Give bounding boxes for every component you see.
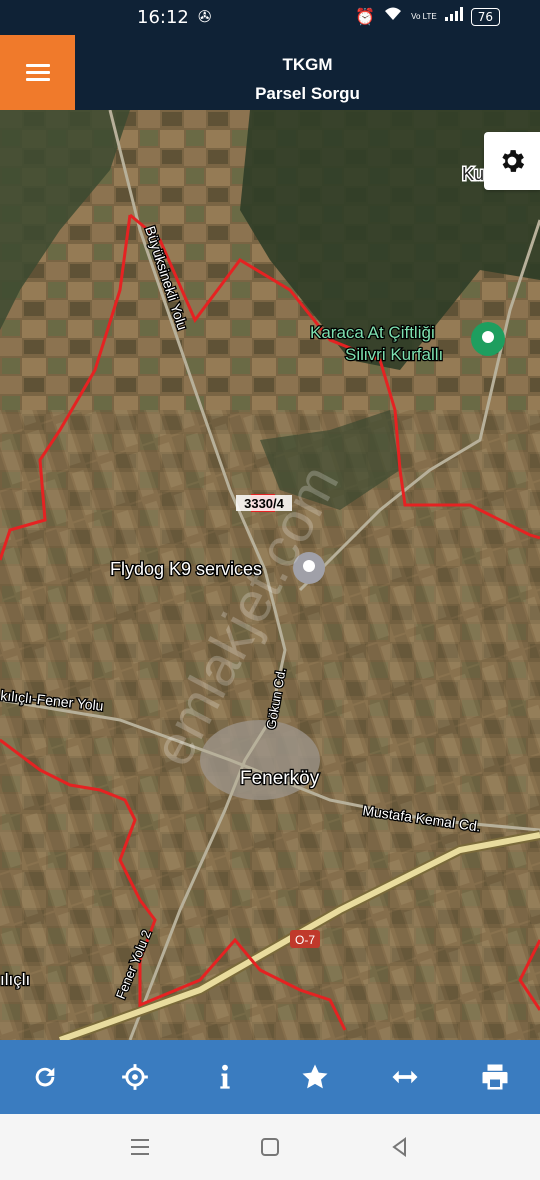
home-button[interactable] bbox=[255, 1132, 285, 1162]
recent-apps-icon bbox=[131, 1139, 149, 1155]
star-icon bbox=[302, 1064, 328, 1089]
info-icon bbox=[220, 1064, 230, 1089]
label-fenerkoy: Fenerköy bbox=[240, 768, 320, 789]
settings-button[interactable] bbox=[484, 132, 540, 190]
notification-icon: ✇ bbox=[198, 9, 212, 26]
menu-button[interactable] bbox=[0, 35, 75, 110]
measure-button[interactable] bbox=[375, 1047, 435, 1107]
status-icons: ⏰ Vo LTE 76 bbox=[355, 6, 500, 27]
hamburger-icon bbox=[25, 60, 50, 85]
volte-icon: Vo LTE bbox=[411, 11, 437, 21]
bottom-toolbar bbox=[0, 1040, 540, 1114]
favorite-button[interactable] bbox=[285, 1047, 345, 1107]
back-button[interactable] bbox=[385, 1132, 415, 1162]
recent-apps-button[interactable] bbox=[125, 1132, 155, 1162]
print-icon bbox=[482, 1064, 508, 1090]
highway-label: O-7 bbox=[295, 933, 315, 947]
app-header: TKGM Parsel Sorgu bbox=[0, 35, 540, 110]
satellite-map[interactable]: O-7 Ku Karaca At Çiftliği Silivri Kurfal… bbox=[0, 110, 540, 1040]
home-icon bbox=[261, 1138, 279, 1156]
signal-icon bbox=[444, 7, 463, 26]
back-icon bbox=[392, 1137, 406, 1157]
wifi-icon bbox=[383, 6, 403, 27]
refresh-button[interactable] bbox=[15, 1047, 75, 1107]
info-button[interactable] bbox=[195, 1047, 255, 1107]
print-button[interactable] bbox=[465, 1047, 525, 1107]
locate-button[interactable] bbox=[105, 1047, 165, 1107]
label-ku: Ku bbox=[462, 164, 484, 184]
label-kilicli: ılıçlı bbox=[0, 970, 30, 989]
label-karaca-line1: Karaca At Çiftliği bbox=[310, 323, 435, 342]
locate-icon bbox=[122, 1064, 148, 1090]
map-view[interactable]: O-7 Ku Karaca At Çiftliği Silivri Kurfal… bbox=[0, 110, 540, 1040]
app-subtitle: Parsel Sorgu bbox=[255, 84, 360, 103]
status-bar: 16:12 ✇ ⏰ Vo LTE 76 bbox=[0, 0, 540, 35]
poi-marker-karaca[interactable] bbox=[471, 322, 505, 356]
app-title: TKGM bbox=[282, 55, 333, 74]
label-karaca-line2: Silivri Kurfallı bbox=[345, 345, 443, 364]
battery-indicator: 76 bbox=[470, 7, 500, 26]
status-time: 16:12 bbox=[137, 7, 189, 28]
system-nav-bar bbox=[0, 1114, 540, 1180]
alarm-icon: ⏰ bbox=[355, 8, 376, 26]
measure-icon bbox=[392, 1070, 418, 1084]
gear-icon bbox=[502, 150, 525, 172]
refresh-icon bbox=[35, 1067, 55, 1087]
